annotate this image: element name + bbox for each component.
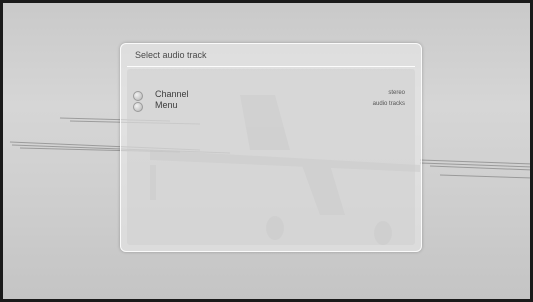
option-value: stereo (388, 90, 405, 96)
radio-icon[interactable] (133, 102, 143, 112)
tv-screen: Select audio track Channel stereo Menu a… (0, 0, 533, 302)
audio-track-dialog: Select audio track Channel stereo Menu a… (120, 43, 422, 252)
screen-border-top (0, 0, 533, 3)
dialog-divider (127, 66, 415, 67)
dialog-title: Select audio track (135, 50, 207, 60)
option-value: audio tracks (372, 101, 405, 107)
option-menu[interactable]: Menu audio tracks (133, 100, 409, 112)
radio-icon[interactable] (133, 91, 143, 101)
option-label: Menu (155, 100, 178, 110)
screen-border-left (0, 0, 3, 302)
option-channel[interactable]: Channel stereo (133, 89, 409, 101)
option-label: Channel (155, 89, 189, 99)
